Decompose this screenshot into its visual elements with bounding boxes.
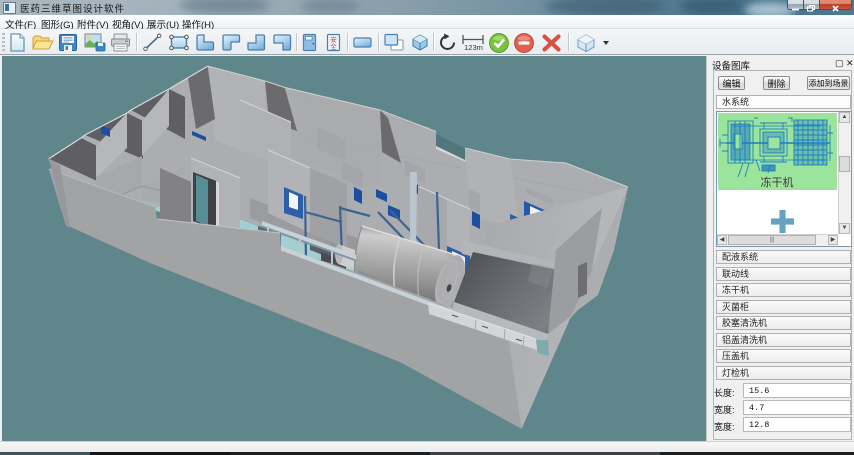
svg-text:全: 全 xyxy=(330,42,337,51)
svg-text:123m: 123m xyxy=(464,43,483,52)
svg-text:安: 安 xyxy=(330,35,337,44)
